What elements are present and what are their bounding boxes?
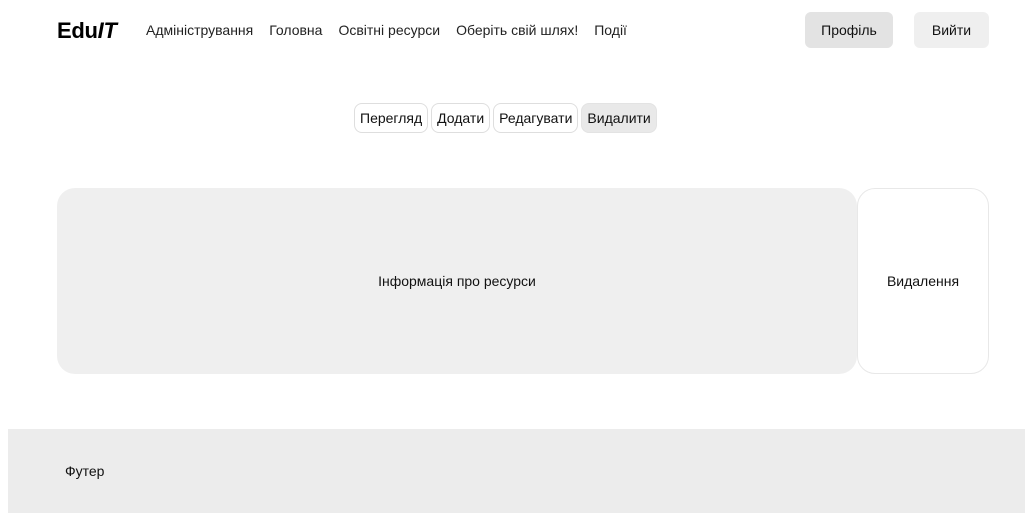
nav-educational-resources[interactable]: Освітні ресурси <box>338 21 440 39</box>
footer: Футер <box>8 429 1025 513</box>
logo-main: Edu <box>57 18 98 43</box>
tab-edit[interactable]: Редагувати <box>493 103 579 133</box>
tab-view[interactable]: Перегляд <box>354 103 429 133</box>
main-nav: Адміністрування Головна Освітні ресурси … <box>146 21 627 39</box>
header: EduIT Адміністрування Головна Освітні ре… <box>0 0 1025 64</box>
delete-panel[interactable]: Видалення <box>857 188 989 374</box>
logo[interactable]: EduIT <box>57 18 117 44</box>
action-tabs: Перегляд Додати Редагувати Видалити <box>354 103 657 133</box>
tab-add[interactable]: Додати <box>431 103 491 133</box>
nav-administration[interactable]: Адміністрування <box>146 21 253 39</box>
logo-italic: IT <box>97 18 117 43</box>
nav-choose-path[interactable]: Оберіть свій шлях! <box>456 21 578 39</box>
footer-label: Футер <box>65 463 105 479</box>
profile-button[interactable]: Профіль <box>805 12 893 48</box>
tab-delete[interactable]: Видалити <box>581 103 657 133</box>
nav-home[interactable]: Головна <box>269 21 322 39</box>
nav-events[interactable]: Події <box>594 21 627 39</box>
logout-button[interactable]: Вийти <box>914 12 989 48</box>
delete-panel-label: Видалення <box>886 273 960 289</box>
resource-info-label: Інформація про ресурси <box>378 273 536 289</box>
resource-info-panel: Інформація про ресурси <box>57 188 857 374</box>
